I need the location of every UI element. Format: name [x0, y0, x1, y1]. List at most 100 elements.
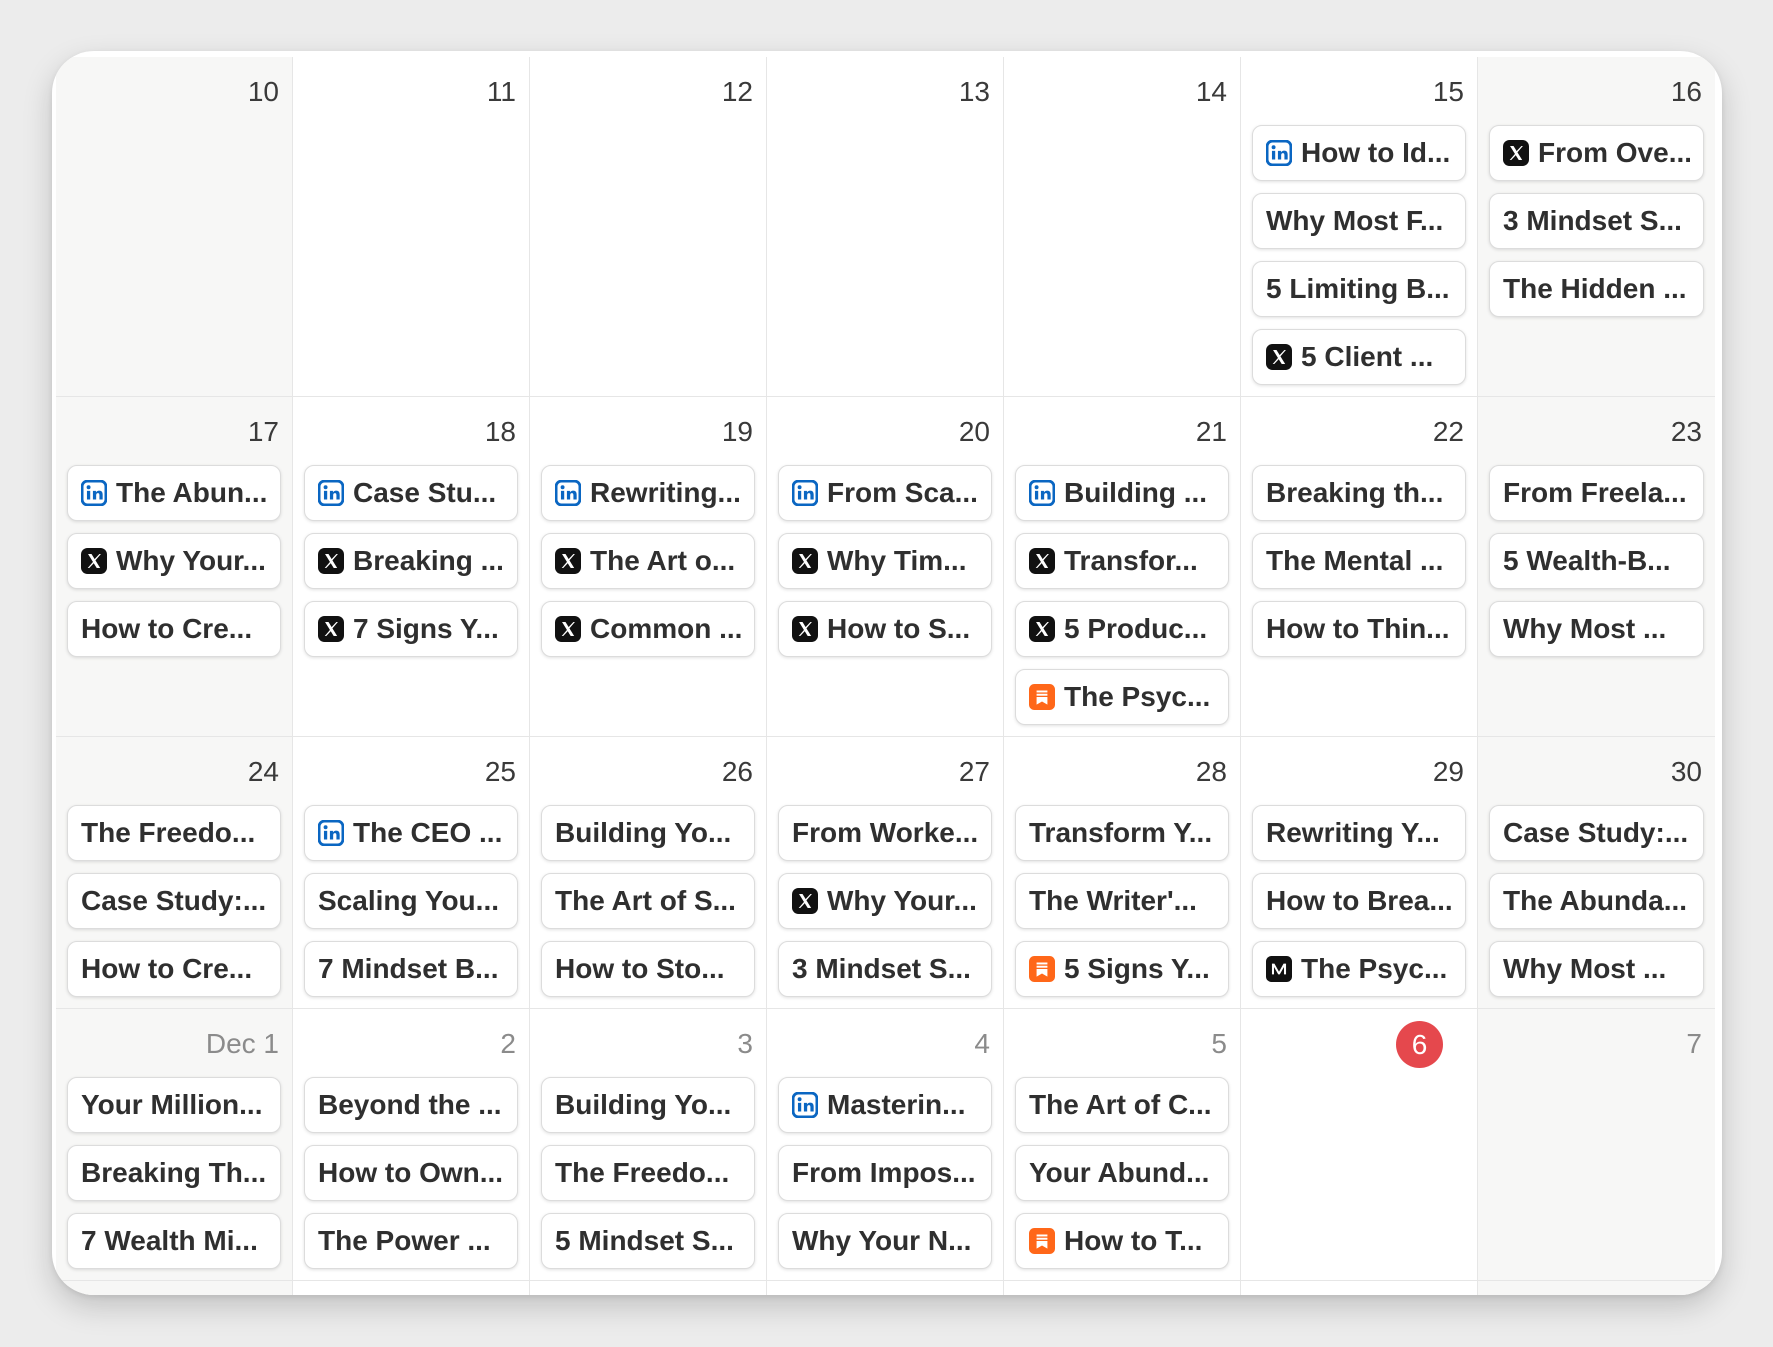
day-cell[interactable]: 24 The Freedo... Case Study:... How to Cre.… — [56, 737, 293, 1009]
day-cell[interactable]: 18 Case Stu... Breaking ... 7 Signs Y... — [293, 397, 530, 737]
event-chip[interactable]: Why Your... — [67, 533, 281, 589]
event-chip[interactable]: From Worke... — [778, 805, 992, 861]
day-cell[interactable]: 25 The CEO ... Scaling You... 7 Mindset B..… — [293, 737, 530, 1009]
event-chip[interactable]: How to T... — [1015, 1213, 1229, 1269]
day-cell[interactable]: Dec 1 Your Million... Breaking Th... 7 Weal… — [56, 1009, 293, 1281]
event-chip[interactable]: From Impos... — [778, 1145, 992, 1201]
day-cell[interactable] — [1478, 1281, 1715, 1295]
day-cell[interactable]: 12 — [530, 57, 767, 397]
day-cell[interactable]: 29 Rewriting Y... How to Brea... The Psyc..… — [1241, 737, 1478, 1009]
event-chip[interactable]: Transform Y... — [1015, 805, 1229, 861]
day-cell[interactable]: 14 — [1004, 57, 1241, 397]
day-cell[interactable]: 15 How to Id... Why Most F... 5 Limiting B.… — [1241, 57, 1478, 397]
event-chip[interactable]: The Power ... — [304, 1213, 518, 1269]
event-chip[interactable]: 5 Signs Y... — [1015, 941, 1229, 997]
event-chip[interactable]: From Ove... — [1489, 125, 1704, 181]
event-chip[interactable]: The Psyc... — [1015, 669, 1229, 725]
day-cell[interactable]: 20 From Sca... Why Tim... How to S... — [767, 397, 1004, 737]
event-chip[interactable]: Your Million... — [67, 1077, 281, 1133]
day-cell[interactable]: 23 From Freela... 5 Wealth-B... Why Most ..… — [1478, 397, 1715, 737]
day-cell[interactable]: 3 Building Yo... The Freedo... 5 Mindset S.… — [530, 1009, 767, 1281]
event-chip[interactable]: The Art of C... — [1015, 1077, 1229, 1133]
event-chip[interactable]: 3 Mindset S... — [1489, 193, 1704, 249]
event-chip[interactable]: From Freela... — [1489, 465, 1704, 521]
event-chip[interactable]: Case Study:... — [67, 873, 281, 929]
day-cell[interactable]: 16 From Ove... 3 Mindset S... The Hidden ..… — [1478, 57, 1715, 397]
event-chip[interactable]: Why Your N... — [778, 1213, 992, 1269]
event-chip[interactable]: Transfor... — [1015, 533, 1229, 589]
event-chip[interactable]: Why Most ... — [1489, 601, 1704, 657]
event-chip[interactable]: Rewriting... — [541, 465, 755, 521]
day-cell[interactable]: 17 The Abun... Why Your... How to Cre... — [56, 397, 293, 737]
day-cell[interactable] — [1241, 1281, 1478, 1295]
event-chip[interactable]: 3 Mindset S... — [778, 941, 992, 997]
day-cell[interactable]: 6 — [1241, 1009, 1478, 1281]
event-chip[interactable]: 7 Signs Y... — [304, 601, 518, 657]
day-cell[interactable] — [56, 1281, 293, 1295]
event-chip[interactable]: 5 Produc... — [1015, 601, 1229, 657]
event-chip[interactable]: How to Thin... — [1252, 601, 1466, 657]
event-chip[interactable]: How to Sto... — [541, 941, 755, 997]
day-cell[interactable]: 2 Beyond the ... How to Own... The Power ..… — [293, 1009, 530, 1281]
day-cell[interactable]: 22 Breaking th... The Mental ... How to Thi… — [1241, 397, 1478, 737]
day-cell[interactable]: 26 Building Yo... The Art of S... How to St… — [530, 737, 767, 1009]
event-chip[interactable]: Why Most ... — [1489, 941, 1704, 997]
event-chip[interactable]: How to Brea... — [1252, 873, 1466, 929]
day-cell[interactable]: 28 Transform Y... The Writer'... 5 Signs Y.… — [1004, 737, 1241, 1009]
event-chip[interactable]: The Art o... — [541, 533, 755, 589]
event-chip[interactable]: Building ... — [1015, 465, 1229, 521]
event-chip[interactable]: Breaking ... — [304, 533, 518, 589]
event-chip[interactable]: Scaling You... — [304, 873, 518, 929]
event-chip[interactable]: 5 Limiting B... — [1252, 261, 1466, 317]
event-chip[interactable]: How to Cre... — [67, 941, 281, 997]
event-chip[interactable]: The Mental ... — [1252, 533, 1466, 589]
day-cell[interactable]: 11 — [293, 57, 530, 397]
day-cell[interactable] — [1004, 1281, 1241, 1295]
day-cell[interactable]: 19 Rewriting... The Art o... Common ... — [530, 397, 767, 737]
event-chip[interactable]: From Sca... — [778, 465, 992, 521]
day-cell[interactable] — [767, 1281, 1004, 1295]
day-cell[interactable] — [293, 1281, 530, 1295]
event-chip[interactable]: Beyond the ... — [304, 1077, 518, 1133]
event-chip[interactable]: How to Own... — [304, 1145, 518, 1201]
event-chip[interactable]: The Hidden ... — [1489, 261, 1704, 317]
event-chip[interactable]: 5 Wealth-B... — [1489, 533, 1704, 589]
event-chip[interactable]: Why Tim... — [778, 533, 992, 589]
event-chip[interactable]: The Freedo... — [541, 1145, 755, 1201]
event-chip[interactable]: How to S... — [778, 601, 992, 657]
day-cell[interactable]: 7 — [1478, 1009, 1715, 1281]
event-chip[interactable]: The Abunda... — [1489, 873, 1704, 929]
event-chip[interactable]: Masterin... — [778, 1077, 992, 1133]
day-cell[interactable] — [530, 1281, 767, 1295]
event-chip[interactable]: The Psyc... — [1252, 941, 1466, 997]
event-chip[interactable]: How to Cre... — [67, 601, 281, 657]
event-chip[interactable]: Case Stu... — [304, 465, 518, 521]
event-chip[interactable]: Why Your... — [778, 873, 992, 929]
day-cell[interactable]: 4 Masterin... From Impos... Why Your N... — [767, 1009, 1004, 1281]
event-chip[interactable]: 5 Client ... — [1252, 329, 1466, 385]
event-chip[interactable]: Breaking Th... — [67, 1145, 281, 1201]
event-chip[interactable]: 5 Mindset S... — [541, 1213, 755, 1269]
event-chip[interactable]: 7 Wealth Mi... — [67, 1213, 281, 1269]
event-chip[interactable]: 7 Mindset B... — [304, 941, 518, 997]
day-cell[interactable]: 5 The Art of C... Your Abund... How to T... — [1004, 1009, 1241, 1281]
event-chip[interactable]: Your Abund... — [1015, 1145, 1229, 1201]
day-cell[interactable]: 30 Case Study:... The Abunda... Why Most ..… — [1478, 737, 1715, 1009]
event-chip[interactable]: The Art of S... — [541, 873, 755, 929]
event-chip[interactable]: Building Yo... — [541, 805, 755, 861]
event-chip[interactable]: Rewriting Y... — [1252, 805, 1466, 861]
day-cell[interactable]: 13 — [767, 57, 1004, 397]
event-chip[interactable]: Case Study:... — [1489, 805, 1704, 861]
day-cell[interactable]: 27 From Worke... Why Your... 3 Mindset S... — [767, 737, 1004, 1009]
event-chip[interactable]: The CEO ... — [304, 805, 518, 861]
day-cell[interactable]: 10 — [56, 57, 293, 397]
event-chip[interactable]: Why Most F... — [1252, 193, 1466, 249]
event-chip[interactable]: The Freedo... — [67, 805, 281, 861]
event-chip[interactable]: Building Yo... — [541, 1077, 755, 1133]
day-cell[interactable]: 21 Building ... Transfor... 5 Produc... The … — [1004, 397, 1241, 737]
event-chip[interactable]: The Writer'... — [1015, 873, 1229, 929]
event-chip[interactable]: The Abun... — [67, 465, 281, 521]
event-chip[interactable]: Breaking th... — [1252, 465, 1466, 521]
event-chip[interactable]: Common ... — [541, 601, 755, 657]
event-chip[interactable]: How to Id... — [1252, 125, 1466, 181]
